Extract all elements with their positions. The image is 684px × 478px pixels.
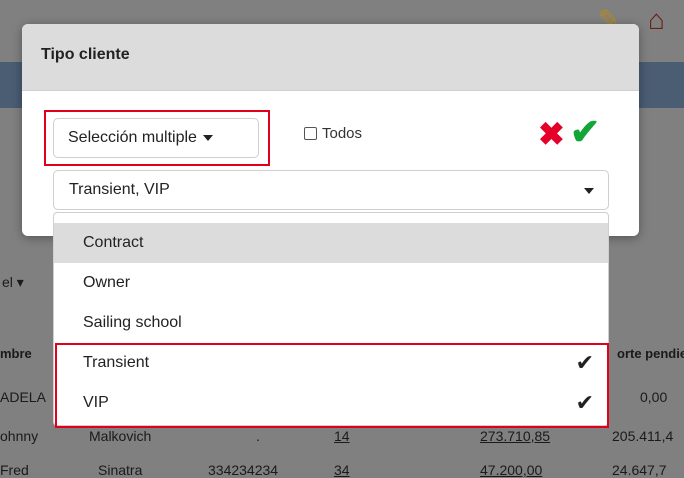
bg-row-3-count[interactable]: 34 (334, 462, 350, 478)
checkbox-icon[interactable] (304, 127, 317, 140)
x-icon[interactable]: ✖ (538, 117, 565, 151)
bg-row-3-code: 334234234 (208, 462, 279, 478)
caret-down-icon (584, 188, 594, 194)
bg-row-3-first: Fred (0, 462, 29, 478)
selected-values-field[interactable]: Transient, VIP (53, 170, 609, 210)
option-sailing-school[interactable]: Sailing school (54, 303, 608, 343)
bg-row-1-name: ADELA (0, 389, 46, 405)
bg-row-1-amount: 0,00 (640, 389, 668, 405)
bg-select-fragment[interactable]: el ▾ (2, 274, 24, 291)
option-label: Sailing school (83, 314, 182, 331)
todos-checkbox[interactable]: Todos (304, 125, 362, 142)
bg-row-3-total[interactable]: 47.200,00 (480, 462, 542, 478)
option-contract[interactable]: Contract (54, 223, 608, 263)
bg-row-3-last: Sinatra (98, 462, 143, 478)
bg-row-2-first: ohnny (0, 428, 39, 444)
modal-header: Tipo cliente (22, 24, 639, 91)
option-owner[interactable]: Owner (54, 263, 608, 303)
bg-col-pending: orte pendie (617, 346, 684, 361)
modal-title: Tipo cliente (41, 46, 130, 63)
highlight-box-selection-mode (44, 110, 270, 166)
bg-row-2-total[interactable]: 273.710,85 (480, 428, 550, 444)
highlight-box-selected-options (55, 343, 609, 428)
bg-row-2-last: Malkovich (89, 428, 152, 444)
selected-values-text: Transient, VIP (69, 181, 170, 198)
bg-row-2-dot: . (256, 428, 260, 444)
bg-col-nombre: mbre (0, 346, 32, 361)
bg-row-3-pending: 24.647,7 (612, 462, 667, 478)
bg-row-2-count[interactable]: 14 (334, 428, 350, 444)
checkmark-icon[interactable]: ✔ (570, 114, 600, 150)
option-label: Owner (83, 274, 131, 291)
option-label: Contract (83, 234, 144, 251)
home-icon[interactable]: ⌂ (648, 4, 665, 36)
todos-label: Todos (322, 125, 363, 142)
bg-row-2-pending: 205.411,4 (612, 428, 674, 444)
